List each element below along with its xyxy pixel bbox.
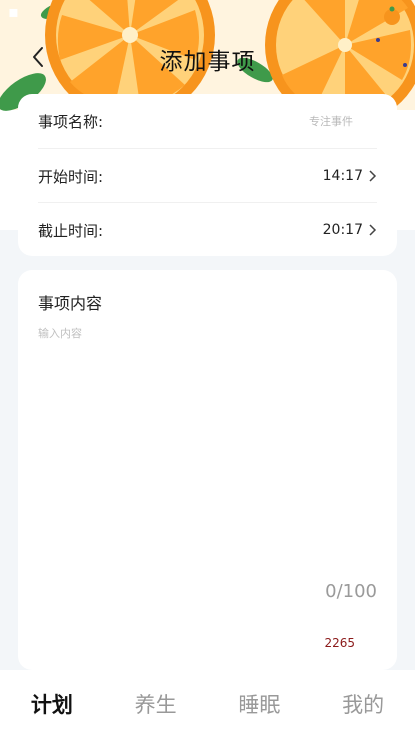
page-title: 添加事项 <box>159 49 256 75</box>
char-counter: 0/100 <box>325 581 377 602</box>
start-time-value: 14:17 <box>322 168 363 184</box>
chevron-right-icon <box>369 224 377 236</box>
tab-mine[interactable]: 我的 <box>342 689 384 719</box>
status-bar-icon: ▪ <box>8 2 19 21</box>
start-time-picker[interactable]: 14:17 <box>323 168 377 184</box>
end-time-row[interactable]: 截止时间: 20:17 <box>38 202 377 257</box>
end-time-value: 20:17 <box>322 222 363 238</box>
content-textarea[interactable]: 输入内容 <box>38 325 82 341</box>
content-title: 事项内容 <box>38 294 103 313</box>
event-form-card: 事项名称: 专注事件 开始时间: 14:17 截止时间: 20:17 <box>18 94 397 256</box>
tab-sleep[interactable]: 睡眠 <box>238 689 280 719</box>
end-time-label: 截止时间: <box>38 221 104 240</box>
start-time-row[interactable]: 开始时间: 14:17 <box>38 148 377 203</box>
end-time-picker[interactable]: 20:17 <box>323 222 377 238</box>
event-name-label: 事项名称: <box>38 112 104 131</box>
start-time-label: 开始时间: <box>38 167 104 186</box>
bottom-tab-bar: 计划 养生 睡眠 我的 <box>0 670 415 737</box>
tab-wellness[interactable]: 养生 <box>135 689 177 719</box>
chevron-right-icon <box>369 170 377 182</box>
event-name-input[interactable]: 专注事件 <box>309 113 353 129</box>
event-name-row[interactable]: 事项名称: 专注事件 <box>38 94 377 148</box>
tab-plan[interactable]: 计划 <box>31 689 73 719</box>
event-content-card: 事项内容 输入内容 0/100 2265 <box>18 270 397 670</box>
code-label: 2265 <box>324 636 355 650</box>
